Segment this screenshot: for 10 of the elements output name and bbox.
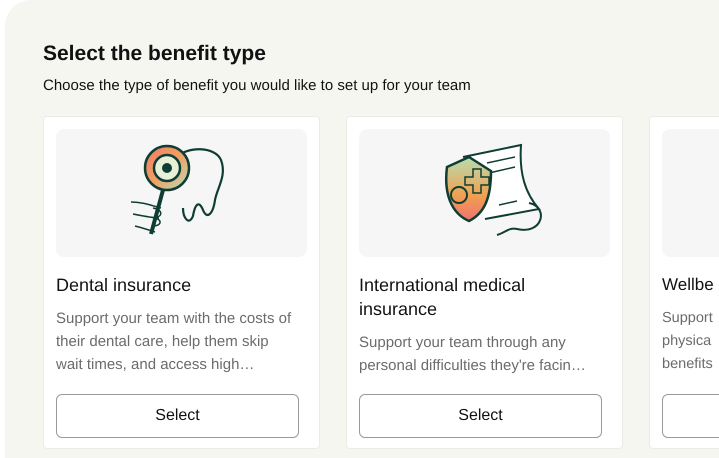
card-description: Support physica benefits [662,309,714,374]
page-title: Select the benefit type [43,41,266,67]
card-title: Dental insurance [56,274,192,297]
card-description: Support your team with the costs of their dental care, help them skip wait times, and access high… [56,309,292,375]
card-description: Support your team through any personal difficulties they're facin… [359,333,587,376]
select-button[interactable]: Select [56,394,299,438]
page-subtitle: Choose the type of benefit you would like to set up for your team [43,76,471,96]
card-title: Wellbe [662,274,714,296]
select-button[interactable]: Select [359,394,602,438]
card-title: International medical insurance [359,274,526,321]
